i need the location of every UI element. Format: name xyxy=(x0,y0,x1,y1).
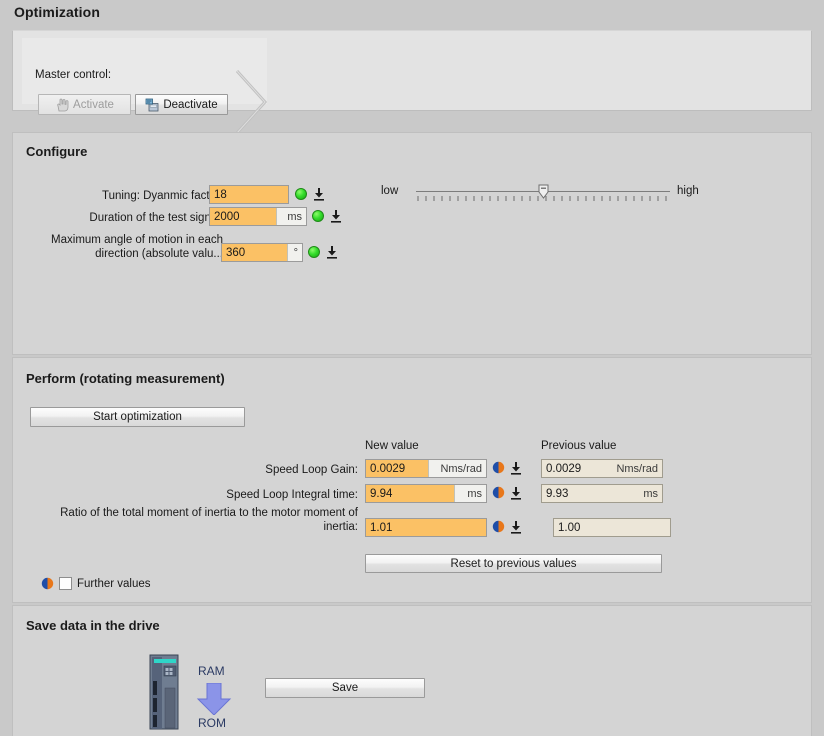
slider-high-label: high xyxy=(677,185,699,197)
speed-loop-gain-prev-unit: Nms/rad xyxy=(604,460,662,477)
inertia-ratio-prev-value: 1.00 xyxy=(554,519,670,536)
speed-loop-integral-time-new-value: 9.94 xyxy=(366,485,454,502)
deactivate-button[interactable]: Deactivate xyxy=(135,94,228,115)
configure-title: Configure xyxy=(26,144,88,159)
speed-loop-gain-new-value: 0.0029 xyxy=(366,460,428,477)
max-angle-motion-status-led xyxy=(308,246,320,258)
speed-loop-gain-prev-value: 0.0029 xyxy=(542,460,604,477)
ram-label: RAM xyxy=(198,664,225,678)
download-icon-4[interactable] xyxy=(510,461,522,475)
slider-thumb[interactable] xyxy=(538,184,549,199)
further-values-checkbox[interactable] xyxy=(59,577,72,590)
download-icon-1[interactable] xyxy=(313,187,325,201)
slider-low-label: low xyxy=(381,185,399,197)
save-section: Save data in the drive RAM ROM Save xyxy=(12,605,812,736)
start-optimization-label: Start optimization xyxy=(93,411,182,423)
tuning-dynamic-factor-status-led xyxy=(295,188,307,200)
inertia-ratio-label: Ratio of the total moment of inertia to … xyxy=(60,507,358,533)
download-icon-3[interactable] xyxy=(326,245,338,259)
activate-button[interactable]: Activate xyxy=(38,94,131,115)
download-icon-5[interactable] xyxy=(510,486,522,500)
drive-device-icon xyxy=(149,654,179,730)
reset-button-label: Reset to previous values xyxy=(450,557,577,570)
speed-loop-gain-label: Speed Loop Gain: xyxy=(265,464,358,476)
master-control-panel: Master control: Activate Deactivate xyxy=(12,30,812,135)
reset-to-previous-values-button[interactable]: Reset to previous values xyxy=(365,554,662,573)
step-chevron-icon xyxy=(235,69,268,135)
further-values-label: Further values xyxy=(77,578,151,590)
compare-value-icon-2[interactable] xyxy=(492,486,505,499)
compare-value-icon-1[interactable] xyxy=(492,461,505,474)
master-control-label: Master control: xyxy=(35,69,112,81)
speed-loop-gain-new-input[interactable]: 0.0029 Nms/rad xyxy=(365,459,487,478)
save-title: Save data in the drive xyxy=(26,618,160,633)
deactivate-button-label: Deactivate xyxy=(163,98,218,111)
speed-loop-integral-time-prev-value: 9.93 xyxy=(542,485,630,502)
start-optimization-button[interactable]: Start optimization xyxy=(30,407,245,427)
page-title: Optimization xyxy=(14,4,100,20)
inertia-ratio-new-input[interactable]: 1.01 xyxy=(365,518,487,537)
disconnect-plc-icon xyxy=(145,98,159,111)
save-button[interactable]: Save xyxy=(265,678,425,698)
download-icon-2[interactable] xyxy=(330,209,342,223)
hand-cursor-icon xyxy=(57,98,69,111)
max-angle-motion-input[interactable]: 360 ° xyxy=(221,243,303,262)
rom-label: ROM xyxy=(198,716,226,730)
speed-loop-gain-new-unit: Nms/rad xyxy=(428,460,486,477)
download-icon-6[interactable] xyxy=(510,520,522,534)
duration-test-signal-status-led xyxy=(312,210,324,222)
speed-loop-integral-time-new-unit: ms xyxy=(454,485,486,502)
inertia-ratio-prev-field: 1.00 xyxy=(553,518,671,537)
save-button-label: Save xyxy=(331,682,359,694)
max-angle-motion-unit: ° xyxy=(287,244,302,261)
inertia-ratio-new-value: 1.01 xyxy=(366,519,486,536)
configure-section: Configure Tuning: Dyanmic factor: 18 Dur… xyxy=(12,132,812,463)
tuning-dynamic-factor-input[interactable]: 18 xyxy=(209,185,289,204)
speed-loop-gain-prev-field: 0.0029 Nms/rad xyxy=(541,459,663,478)
speed-loop-integral-time-prev-field: 9.93 ms xyxy=(541,484,663,503)
duration-test-signal-value: 2000 xyxy=(210,208,276,225)
previous-value-column-header: Previous value xyxy=(541,440,617,452)
speed-loop-integral-time-label: Speed Loop Integral time: xyxy=(226,489,358,501)
speed-loop-integral-time-new-input[interactable]: 9.94 ms xyxy=(365,484,487,503)
down-arrow-icon xyxy=(196,683,232,715)
tuning-dynamic-factor-label: Tuning: Dyanmic factor: xyxy=(101,190,223,202)
new-value-column-header: New value xyxy=(365,440,419,452)
dynamic-factor-slider[interactable] xyxy=(416,181,670,205)
duration-test-signal-input[interactable]: 2000 ms xyxy=(209,207,307,226)
compare-further-values-icon xyxy=(41,577,54,590)
duration-test-signal-label: Duration of the test signal: xyxy=(89,212,223,224)
max-angle-motion-value: 360 xyxy=(222,244,287,261)
activate-button-label: Activate xyxy=(73,98,114,111)
max-angle-motion-label: Maximum angle of motion in each directio… xyxy=(51,234,223,260)
optimization-screen: Optimization Master control: Activate De… xyxy=(0,0,824,736)
perform-section: Perform (rotating measurement) Start opt… xyxy=(12,357,812,603)
duration-test-signal-unit: ms xyxy=(276,208,306,225)
compare-value-icon-3[interactable] xyxy=(492,520,505,533)
perform-title: Perform (rotating measurement) xyxy=(26,371,225,386)
speed-loop-integral-time-prev-unit: ms xyxy=(630,485,662,502)
tuning-dynamic-factor-value: 18 xyxy=(210,186,288,203)
